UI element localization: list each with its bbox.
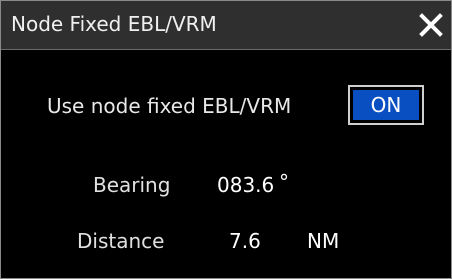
close-button[interactable] (413, 7, 449, 43)
node-fixed-ebl-vrm-dialog: Node Fixed EBL/VRM Use node fixed EBL/VR… (0, 0, 452, 279)
node-fixed-toggle-button[interactable]: ON (348, 85, 424, 125)
bearing-unit: ° (279, 170, 289, 194)
close-icon (419, 13, 443, 37)
toggle-state-label: ON (353, 90, 419, 120)
distance-label: Distance (77, 229, 165, 253)
distance-unit: NM (307, 229, 340, 253)
distance-value: 7.6 (229, 229, 261, 253)
bearing-label: Bearing (93, 173, 171, 197)
title-bar: Node Fixed EBL/VRM (1, 1, 451, 50)
bearing-value: 083.6 (217, 173, 275, 197)
use-node-fixed-label: Use node fixed EBL/VRM (47, 94, 292, 118)
dialog-title: Node Fixed EBL/VRM (11, 12, 217, 36)
